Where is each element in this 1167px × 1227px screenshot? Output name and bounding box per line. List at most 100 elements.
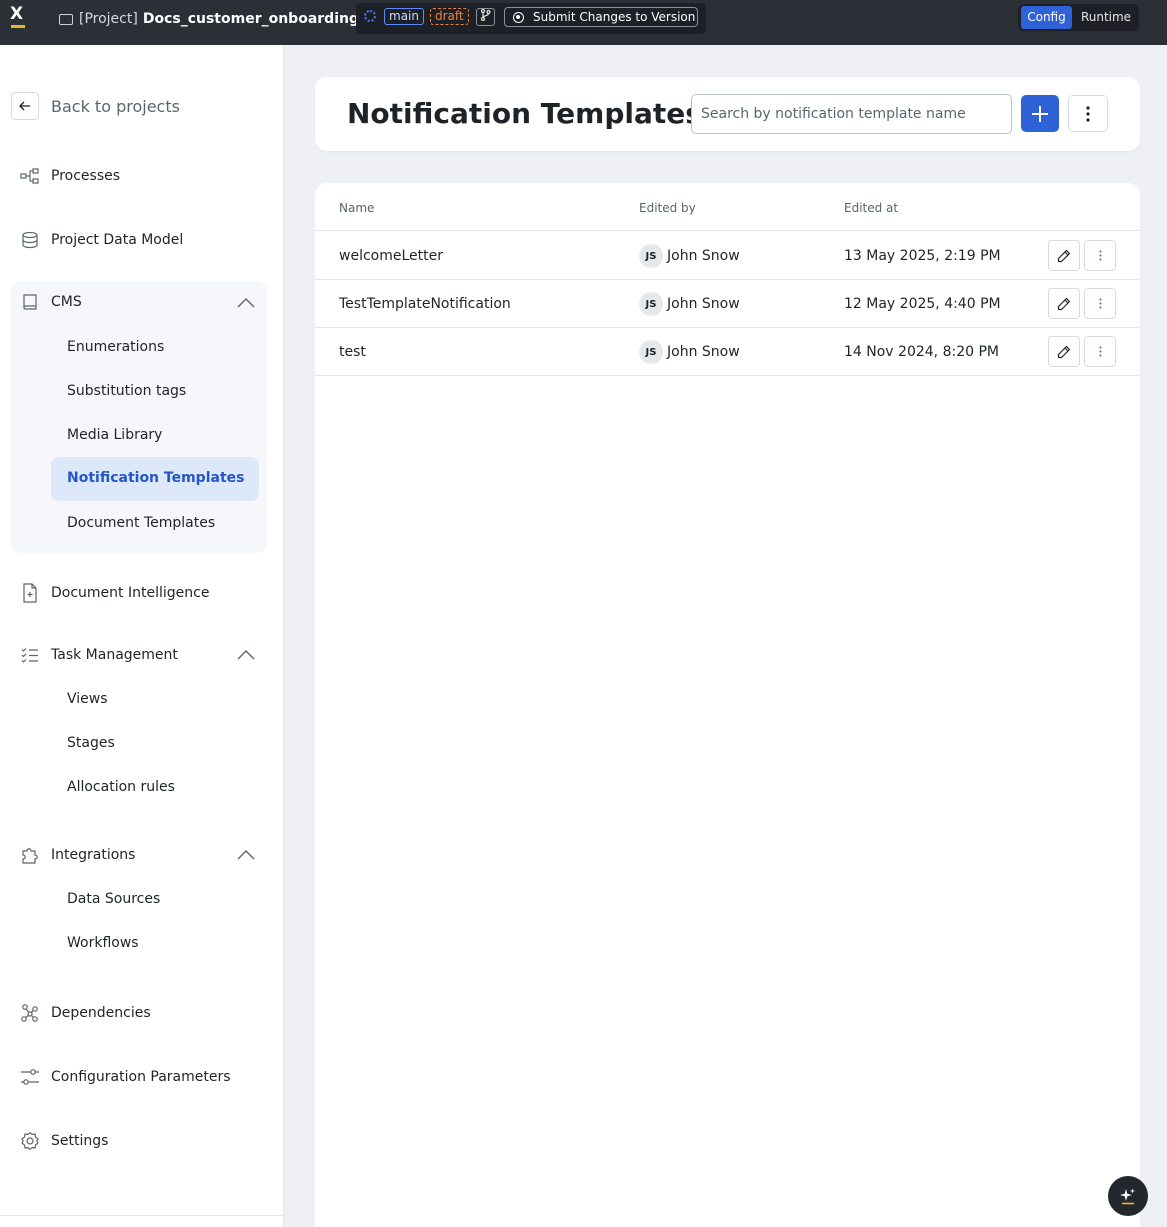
config-mode-button[interactable]: Config [1021,6,1072,29]
editor-name: John Snow [667,296,740,312]
nav-views[interactable]: Views [67,691,108,707]
back-to-projects[interactable]: Back to projects [11,92,180,120]
runtime-mode-button[interactable]: Runtime [1076,6,1136,29]
cms-group [11,281,267,553]
editor-name: John Snow [667,344,740,360]
nav-stages[interactable]: Stages [67,735,115,751]
edit-button[interactable] [1048,288,1080,319]
column-edited-at[interactable]: Edited at [844,201,898,215]
submit-changes-button[interactable]: Submit Changes to Version [504,7,698,27]
avatar: JS [639,292,663,316]
nav-document-templates[interactable]: Document Templates [67,515,215,531]
page-title: Notification Templates [347,97,702,130]
templates-table: Name Edited by Edited at welcomeLetter J… [315,183,1140,1227]
nav-configuration-parameters-label: Configuration Parameters [51,1069,231,1085]
search-input[interactable] [691,94,1012,134]
nav-notification-templates[interactable]: Notification Templates [51,457,259,501]
top-bar: X [Project] Docs_customer_onboarding mai… [0,0,1167,45]
row-more-button[interactable] [1084,240,1116,271]
nav-settings[interactable]: Settings [20,1131,108,1151]
chevron-up-icon[interactable] [237,298,255,308]
nav-notification-templates-label: Notification Templates [67,470,245,486]
nav-data-sources[interactable]: Data Sources [67,891,160,907]
column-name[interactable]: Name [339,201,374,215]
version-status-icon [364,10,376,22]
mode-switch: Config Runtime [1018,4,1139,31]
nav-configuration-parameters[interactable]: Configuration Parameters [20,1067,231,1087]
nav-task-management-label: Task Management [51,647,178,663]
template-name[interactable]: welcomeLetter [339,248,443,264]
nav-substitution-tags[interactable]: Substitution tags [67,383,186,399]
folder-icon [59,13,73,25]
record-icon [513,11,524,23]
app-logo[interactable]: X [9,6,29,28]
nav-media-library[interactable]: Media Library [67,427,162,443]
sidebar-divider [0,1215,284,1216]
nav-processes[interactable]: Processes [20,166,120,186]
nav-settings-label: Settings [51,1133,109,1149]
avatar: JS [639,244,663,268]
avatar: JS [639,340,663,364]
chevron-up-icon[interactable] [237,850,255,860]
nav-cms[interactable]: CMS [20,292,82,312]
submit-changes-label: Submit Changes to Version [533,10,696,24]
nav-document-intelligence[interactable]: Document Intelligence [20,583,209,603]
table-row[interactable]: test JS John Snow 14 Nov 2024, 8:20 PM [315,328,1140,376]
arrow-left-icon [11,92,39,120]
edited-by-cell: JS John Snow [639,244,740,268]
pencil-icon [1057,297,1071,310]
nav-dependencies[interactable]: Dependencies [20,1003,151,1023]
database-icon [20,230,40,250]
sidebar: Back to projects Processes Project Data … [0,45,284,1227]
gear-icon [20,1131,40,1151]
nav-integrations-label: Integrations [51,847,136,863]
project-breadcrumb: [Project] Docs_customer_onboarding [59,11,359,27]
template-name[interactable]: test [339,344,366,360]
plus-icon [1032,105,1048,122]
pencil-icon [1057,345,1071,358]
nav-enumerations[interactable]: Enumerations [67,339,164,355]
editor-name: John Snow [667,248,740,264]
nav-project-data-model-label: Project Data Model [51,232,184,248]
document-plus-icon [20,583,40,603]
more-vertical-icon [1086,105,1090,122]
branch-badge[interactable]: main [384,8,424,25]
more-vertical-icon [1099,298,1101,309]
edited-at: 12 May 2025, 4:40 PM [844,296,1001,312]
add-template-button[interactable] [1021,95,1059,132]
ai-assistant-button[interactable] [1108,1176,1148,1216]
nav-cms-label: CMS [51,294,82,310]
chevron-up-icon[interactable] [237,650,255,660]
edited-at: 14 Nov 2024, 8:20 PM [844,344,999,360]
edited-by-cell: JS John Snow [639,340,740,364]
row-more-button[interactable] [1084,288,1116,319]
header-more-button[interactable] [1068,95,1108,132]
processes-icon [20,166,40,186]
table-row[interactable]: welcomeLetter JS John Snow 13 May 2025, … [315,232,1140,280]
sliders-icon [20,1067,40,1087]
project-name: Docs_customer_onboarding [142,11,359,27]
row-more-button[interactable] [1084,336,1116,367]
nav-document-intelligence-label: Document Intelligence [51,585,210,601]
page-header: Notification Templates [315,77,1140,151]
dependencies-icon [20,1003,40,1023]
checklist-icon [20,645,40,665]
nav-task-management[interactable]: Task Management [20,645,178,665]
edited-by-cell: JS John Snow [639,292,740,316]
template-name[interactable]: TestTemplateNotification [339,296,511,312]
git-branch-icon [480,8,491,22]
column-edited-by[interactable]: Edited by [639,201,696,215]
nav-integrations[interactable]: Integrations [20,845,135,865]
back-label: Back to projects [51,96,180,116]
table-header: Name Edited by Edited at [315,183,1140,231]
edit-button[interactable] [1048,336,1080,367]
pencil-icon [1057,249,1071,262]
branch-icon-button[interactable] [476,8,495,26]
book-icon [20,292,40,312]
draft-badge: draft [430,8,469,25]
nav-project-data-model[interactable]: Project Data Model [20,230,183,250]
table-row[interactable]: TestTemplateNotification JS John Snow 12… [315,280,1140,328]
nav-allocation-rules[interactable]: Allocation rules [67,779,175,795]
edit-button[interactable] [1048,240,1080,271]
nav-workflows[interactable]: Workflows [67,935,139,951]
